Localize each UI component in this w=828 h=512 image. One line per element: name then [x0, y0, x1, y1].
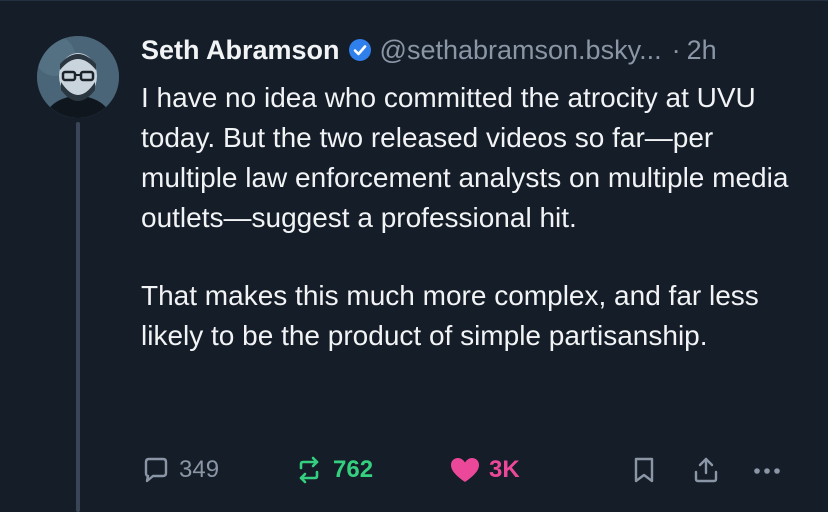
heart-icon — [451, 458, 479, 482]
reply-count: 349 — [179, 456, 220, 483]
post[interactable]: Seth Abramson @sethabramson.bsky... · 2h… — [141, 28, 811, 356]
share-button[interactable] — [691, 455, 721, 485]
post-header: Seth Abramson @sethabramson.bsky... · 2h — [141, 28, 811, 72]
separator-dot: · — [671, 34, 681, 65]
verified-badge-icon — [348, 38, 372, 62]
post-body: I have no idea who committed the atrocit… — [141, 78, 811, 356]
bookmark-button[interactable] — [631, 455, 657, 485]
like-button[interactable]: 3K — [449, 455, 520, 485]
share-upload-icon — [694, 457, 718, 483]
top-divider — [0, 0, 828, 1]
thread-line — [76, 122, 80, 512]
speech-bubble-icon — [144, 457, 168, 483]
avatar[interactable] — [37, 36, 119, 118]
like-count: 3K — [489, 456, 520, 483]
author-name[interactable]: Seth Abramson — [141, 35, 340, 66]
repost-count: 762 — [333, 456, 374, 483]
post-actions: 349 762 3K — [141, 448, 791, 492]
post-time[interactable]: 2h — [687, 35, 717, 66]
more-options-button[interactable] — [751, 455, 783, 485]
repost-arrows-icon — [299, 456, 319, 484]
bookmark-icon — [634, 457, 654, 483]
avatar-image — [37, 36, 119, 118]
post-paragraph-2: That makes this much more complex, and f… — [141, 280, 759, 351]
reply-button[interactable]: 349 — [141, 455, 219, 485]
repost-button[interactable]: 762 — [293, 455, 373, 485]
more-horizontal-icon — [754, 468, 780, 474]
author-handle[interactable]: @sethabramson.bsky... — [380, 35, 662, 66]
post-paragraph-1: I have no idea who committed the atrocit… — [141, 82, 789, 233]
